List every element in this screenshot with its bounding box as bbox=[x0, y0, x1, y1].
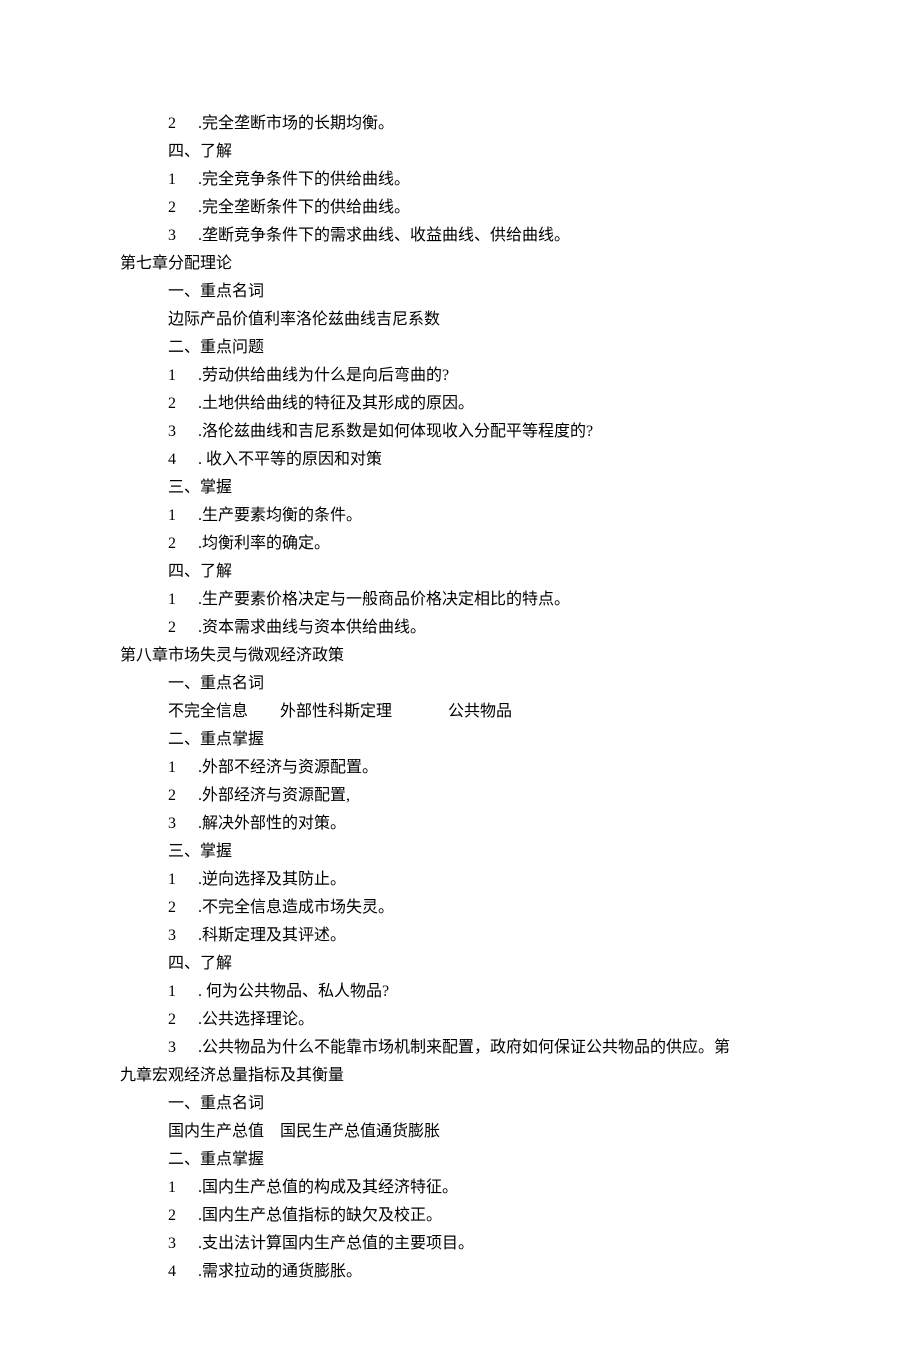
list-item: 2.公共选择理论。 bbox=[120, 1006, 800, 1034]
list-item: 2.国内生产总值指标的缺欠及校正。 bbox=[120, 1202, 800, 1230]
item-number: 2 bbox=[168, 194, 198, 222]
list-item: 3.公共物品为什么不能靠市场机制来配置，政府如何保证公共物品的供应。第 bbox=[120, 1034, 800, 1062]
item-number: 2 bbox=[168, 1006, 198, 1034]
item-text: .洛伦兹曲线和吉尼系数是如何体现收入分配平等程度的? bbox=[198, 418, 593, 446]
item-text: .劳动供给曲线为什么是向后弯曲的? bbox=[198, 362, 449, 390]
list-item: 3.垄断竞争条件下的需求曲线、收益曲线、供给曲线。 bbox=[120, 222, 800, 250]
item-number: 2 bbox=[168, 110, 198, 138]
item-text: .国内生产总值的构成及其经济特征。 bbox=[198, 1174, 458, 1202]
item-text: .完全垄断条件下的供给曲线。 bbox=[198, 194, 410, 222]
list-item: 3.洛伦兹曲线和吉尼系数是如何体现收入分配平等程度的? bbox=[120, 418, 800, 446]
item-number: 2 bbox=[168, 782, 198, 810]
item-number: 4 bbox=[168, 1258, 198, 1286]
item-number: 3 bbox=[168, 222, 198, 250]
item-number: 1 bbox=[168, 586, 198, 614]
text-line: 二、重点掌握 bbox=[120, 1146, 800, 1174]
item-text: .垄断竞争条件下的需求曲线、收益曲线、供给曲线。 bbox=[198, 222, 570, 250]
item-number: 1 bbox=[168, 502, 198, 530]
item-number: 1 bbox=[168, 754, 198, 782]
text-line: 不完全信息 外部性科斯定理 公共物品 bbox=[120, 698, 800, 726]
text-line: 一、重点名词 bbox=[120, 278, 800, 306]
item-text: . 何为公共物品、私人物品? bbox=[198, 978, 389, 1006]
item-text: .不完全信息造成市场失灵。 bbox=[198, 894, 394, 922]
list-item: 4.需求拉动的通货膨胀。 bbox=[120, 1258, 800, 1286]
text-line: 边际产品价值利率洛伦兹曲线吉尼系数 bbox=[120, 306, 800, 334]
text-line: 一、重点名词 bbox=[120, 1090, 800, 1118]
list-item: 2.资本需求曲线与资本供给曲线。 bbox=[120, 614, 800, 642]
item-number: 2 bbox=[168, 894, 198, 922]
text-line: 四、了解 bbox=[120, 950, 800, 978]
text-line: 四、了解 bbox=[120, 558, 800, 586]
item-text: .科斯定理及其评述。 bbox=[198, 922, 346, 950]
item-text: .完全竞争条件下的供给曲线。 bbox=[198, 166, 410, 194]
list-item: 1.国内生产总值的构成及其经济特征。 bbox=[120, 1174, 800, 1202]
list-item: 1.生产要素均衡的条件。 bbox=[120, 502, 800, 530]
item-number: 3 bbox=[168, 810, 198, 838]
item-text: .外部不经济与资源配置。 bbox=[198, 754, 378, 782]
list-item: 3.解决外部性的对策。 bbox=[120, 810, 800, 838]
item-number: 1 bbox=[168, 362, 198, 390]
item-number: 2 bbox=[168, 1202, 198, 1230]
item-number: 3 bbox=[168, 1034, 198, 1062]
list-item: 2.土地供给曲线的特征及其形成的原因。 bbox=[120, 390, 800, 418]
list-item: 1.逆向选择及其防止。 bbox=[120, 866, 800, 894]
text-line: 二、重点问题 bbox=[120, 334, 800, 362]
text-line: 四、了解 bbox=[120, 138, 800, 166]
list-item: 2.完全垄断条件下的供给曲线。 bbox=[120, 194, 800, 222]
text-line: 国内生产总值 国民生产总值通货膨胀 bbox=[120, 1118, 800, 1146]
item-number: 3 bbox=[168, 1230, 198, 1258]
text-line: 第七章分配理论 bbox=[120, 250, 800, 278]
item-number: 2 bbox=[168, 530, 198, 558]
item-number: 2 bbox=[168, 614, 198, 642]
item-number: 3 bbox=[168, 418, 198, 446]
item-number: 1 bbox=[168, 866, 198, 894]
list-item: 4. 收入不平等的原因和对策 bbox=[120, 446, 800, 474]
document-page: 2.完全垄断市场的长期均衡。四、了解1.完全竞争条件下的供给曲线。2.完全垄断条… bbox=[0, 0, 920, 1346]
item-number: 1 bbox=[168, 1174, 198, 1202]
item-number: 1 bbox=[168, 978, 198, 1006]
item-text: .支出法计算国内生产总值的主要项目。 bbox=[198, 1230, 474, 1258]
item-text: .需求拉动的通货膨胀。 bbox=[198, 1258, 362, 1286]
text-line: 第八章市场失灵与微观经济政策 bbox=[120, 642, 800, 670]
item-text: .逆向选择及其防止。 bbox=[198, 866, 346, 894]
list-item: 2.完全垄断市场的长期均衡。 bbox=[120, 110, 800, 138]
list-item: 2.不完全信息造成市场失灵。 bbox=[120, 894, 800, 922]
item-text: .解决外部性的对策。 bbox=[198, 810, 346, 838]
item-text: .资本需求曲线与资本供给曲线。 bbox=[198, 614, 426, 642]
list-item: 3.支出法计算国内生产总值的主要项目。 bbox=[120, 1230, 800, 1258]
text-line: 一、重点名词 bbox=[120, 670, 800, 698]
text-line: 三、掌握 bbox=[120, 474, 800, 502]
item-text: .公共选择理论。 bbox=[198, 1006, 314, 1034]
list-item: 1. 何为公共物品、私人物品? bbox=[120, 978, 800, 1006]
list-item: 2.外部经济与资源配置, bbox=[120, 782, 800, 810]
list-item: 1.劳动供给曲线为什么是向后弯曲的? bbox=[120, 362, 800, 390]
list-item: 1.完全竞争条件下的供给曲线。 bbox=[120, 166, 800, 194]
item-text: .公共物品为什么不能靠市场机制来配置，政府如何保证公共物品的供应。第 bbox=[198, 1034, 730, 1062]
item-number: 3 bbox=[168, 922, 198, 950]
item-text: . 收入不平等的原因和对策 bbox=[198, 446, 382, 474]
item-number: 1 bbox=[168, 166, 198, 194]
item-text: .完全垄断市场的长期均衡。 bbox=[198, 110, 394, 138]
item-text: .生产要素价格决定与一般商品价格决定相比的特点。 bbox=[198, 586, 570, 614]
item-number: 4 bbox=[168, 446, 198, 474]
item-text: .土地供给曲线的特征及其形成的原因。 bbox=[198, 390, 474, 418]
item-number: 2 bbox=[168, 390, 198, 418]
list-item: 2.均衡利率的确定。 bbox=[120, 530, 800, 558]
item-text: .生产要素均衡的条件。 bbox=[198, 502, 362, 530]
list-item: 3.科斯定理及其评述。 bbox=[120, 922, 800, 950]
text-line: 九章宏观经济总量指标及其衡量 bbox=[120, 1062, 800, 1090]
text-line: 三、掌握 bbox=[120, 838, 800, 866]
item-text: .外部经济与资源配置, bbox=[198, 782, 350, 810]
list-item: 1.外部不经济与资源配置。 bbox=[120, 754, 800, 782]
text-line: 二、重点掌握 bbox=[120, 726, 800, 754]
item-text: .均衡利率的确定。 bbox=[198, 530, 330, 558]
list-item: 1.生产要素价格决定与一般商品价格决定相比的特点。 bbox=[120, 586, 800, 614]
item-text: .国内生产总值指标的缺欠及校正。 bbox=[198, 1202, 442, 1230]
